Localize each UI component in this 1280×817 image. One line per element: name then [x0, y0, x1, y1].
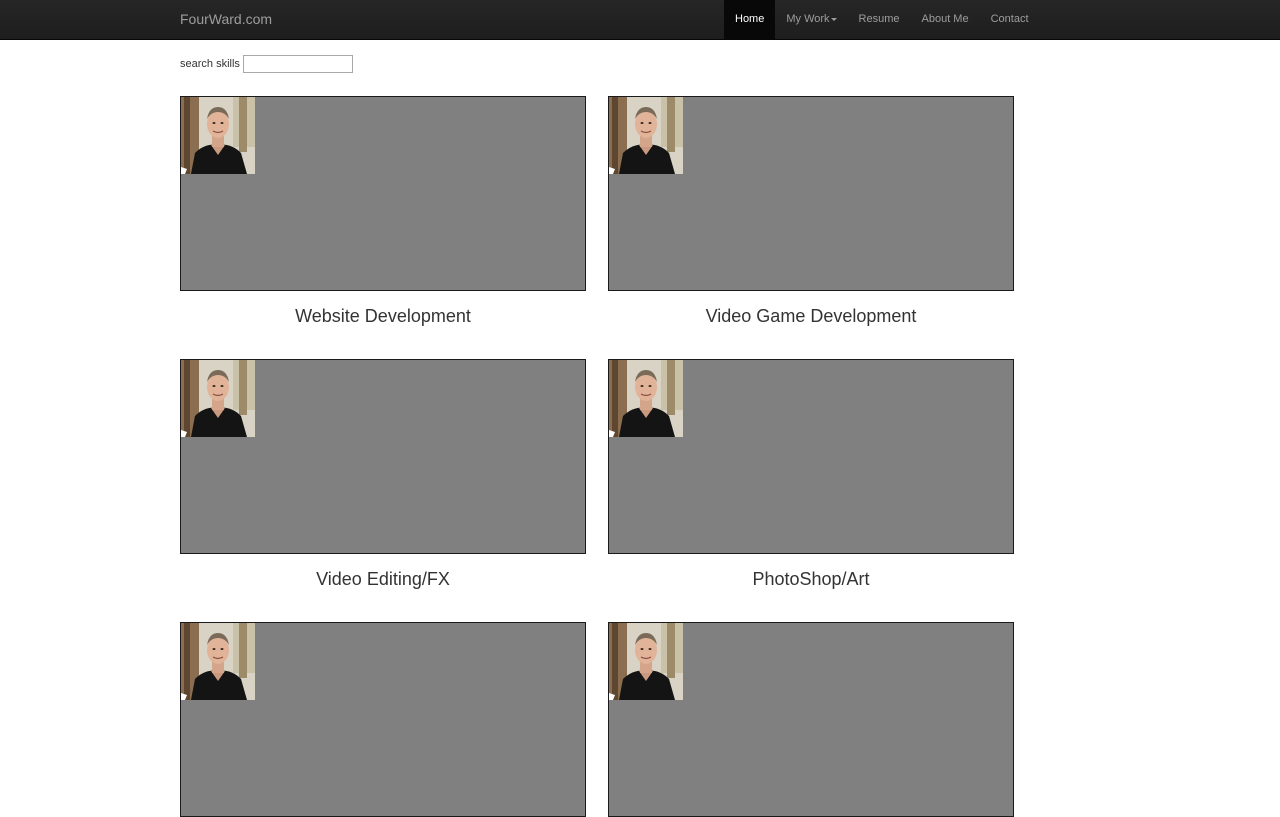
profile-photo	[181, 360, 255, 437]
brand-link[interactable]: FourWard.com	[180, 0, 272, 39]
search-label: search skills	[180, 58, 240, 70]
search-skills: search skills	[180, 55, 353, 73]
card-image[interactable]	[180, 359, 586, 554]
card-image[interactable]	[608, 96, 1014, 291]
nav-my-work-label: My Work	[786, 13, 830, 25]
nav-home[interactable]: Home	[724, 0, 776, 39]
main-nav: Home My Work Resume About Me Contact	[724, 0, 1040, 39]
card-title[interactable]: Video Game Development	[608, 306, 1014, 327]
profile-photo	[609, 623, 683, 700]
card-title[interactable]: Website Development	[180, 306, 586, 327]
card-image[interactable]	[608, 359, 1014, 554]
search-input[interactable]	[242, 55, 353, 73]
nav-my-work-dropdown[interactable]: My Work	[775, 0, 847, 39]
profile-photo	[609, 360, 683, 437]
card-image[interactable]	[180, 96, 586, 291]
nav-resume[interactable]: Resume	[848, 0, 911, 39]
profile-photo	[181, 623, 255, 700]
navbar: FourWard.com Home My Work Resume About M…	[0, 0, 1280, 40]
caret-down-icon	[830, 17, 837, 21]
card-title[interactable]: PhotoShop/Art	[608, 569, 1014, 590]
nav-about-me[interactable]: About Me	[911, 0, 980, 39]
card-title[interactable]: Video Editing/FX	[180, 569, 586, 590]
nav-contact[interactable]: Contact	[980, 0, 1040, 39]
profile-photo	[181, 97, 255, 174]
profile-photo	[609, 97, 683, 174]
